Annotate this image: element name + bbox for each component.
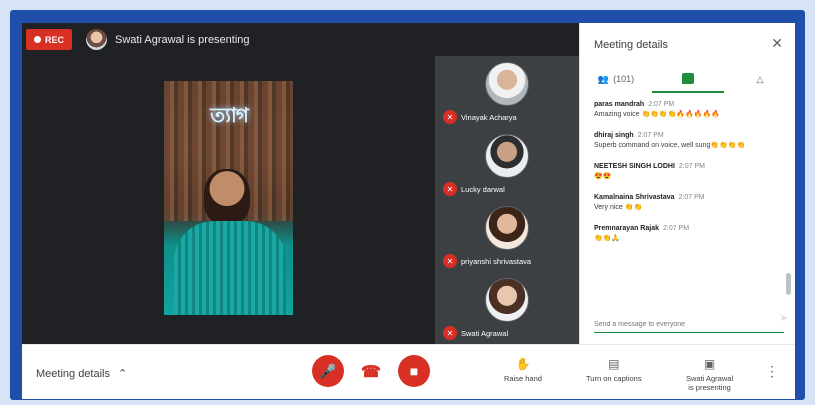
participant-tiles: ✕ Vinayak Acharya ✕ Lucky darwal ✕ priya… (435, 56, 579, 344)
meet-window: REC Swati Agrawal is presenting ত্যাগ ✕ … (22, 23, 795, 399)
presenting-label-line2: is presenting (688, 383, 731, 392)
rec-label: REC (45, 34, 65, 45)
presenter-avatar (86, 29, 108, 50)
message-sender: Kamalnaina Shrivastava (594, 194, 675, 201)
participant-tile[interactable]: ✕ Vinayak Acharya (435, 56, 579, 128)
participant-tile[interactable]: ✕ Lucky darwal (435, 128, 579, 200)
chat-message: NEETESH SINGH LODHI 2:07 PM 😍😍 (594, 163, 784, 180)
message-sender: dhiraj singh (594, 132, 634, 139)
message-text: Superb command on voice, well sung👏👏👏👏 (594, 142, 746, 149)
tab-activities[interactable]: △ (724, 65, 795, 93)
chat-scrollbar[interactable] (786, 273, 791, 295)
presenting-button[interactable]: ▣ Swati Agrawal is presenting (686, 357, 733, 392)
record-dot-icon (34, 36, 41, 43)
captions-label: Turn on captions (586, 374, 642, 383)
participant-name: Vinayak Acharya (461, 113, 517, 122)
message-sender: paras mandrah (594, 101, 645, 108)
message-time: 2:07 PM (662, 225, 690, 232)
message-time: 2:07 PM (648, 101, 675, 108)
presenting-label-line1: Swati Agrawal (686, 374, 734, 383)
participant-name: Lucky darwal (461, 185, 505, 194)
send-message-input[interactable] (594, 321, 754, 328)
tab-people[interactable]: 👥 (101) (580, 65, 652, 93)
hand-icon: ✋ (515, 357, 531, 371)
chevron-up-icon: ⌃ (118, 368, 128, 380)
raise-hand-label: Raise hand (504, 374, 542, 383)
singer-body (174, 221, 286, 315)
camera-off-icon: ■ (409, 363, 419, 379)
close-icon[interactable]: ✕ (771, 35, 783, 52)
presenting-text: Swati Agrawal is presenting (115, 33, 250, 46)
chat-message: Premnarayan Rajak 2:07 PM 👏👏🙏 (594, 225, 784, 242)
meeting-details-label: Meeting details (36, 367, 110, 380)
panel-tabs: 👥 (101) △ (580, 65, 795, 93)
message-time: 2:07 PM (637, 132, 664, 139)
message-text: 👏👏🙏 (594, 235, 621, 242)
people-count: (101) (613, 74, 635, 84)
activities-icon: △ (756, 73, 764, 84)
participant-avatar (485, 278, 529, 322)
participant-avatar (485, 206, 529, 250)
recording-badge: REC (26, 29, 73, 50)
hang-up-button[interactable]: ☎ (360, 362, 382, 381)
message-sender: NEETESH SINGH LODHI (594, 163, 675, 170)
message-text: Very nice 👏👏 (594, 204, 643, 211)
video-sign-text: ত্যাগ (210, 103, 249, 127)
captions-icon: ▤ (608, 357, 620, 371)
mic-off-icon: ✕ (443, 110, 457, 124)
participant-name: priyanshi shrivastava (461, 257, 532, 266)
message-sender: Premnarayan Rajak (594, 225, 659, 232)
mic-off-icon: ✕ (443, 254, 457, 268)
message-text: Amazing voice 👏👏👏👏🔥🔥🔥🔥🔥 (594, 111, 720, 118)
participant-name: Swati Agrawal (461, 329, 509, 338)
stage-topbar: REC Swati Agrawal is presenting (22, 23, 579, 56)
chat-message: paras mandrah 2:07 PM Amazing voice 👏👏👏👏🔥… (594, 101, 784, 118)
present-screen-icon: ▣ (703, 357, 716, 371)
message-text: 😍😍 (594, 173, 612, 180)
meeting-details-panel: Meeting details ✕ 👥 (101) △ paras mandra… (579, 23, 795, 344)
more-options-icon[interactable]: ⋮ (765, 363, 779, 380)
mic-off-button[interactable]: 🎤 (312, 355, 344, 387)
presentation-stage: REC Swati Agrawal is presenting ত্যাগ ✕ … (22, 23, 579, 344)
message-time: 2:07 PM (678, 194, 705, 201)
participant-avatar (485, 134, 529, 178)
mic-off-icon: 🎤 (319, 362, 337, 379)
chat-message: Kamalnaina Shrivastava 2:07 PM Very nice … (594, 194, 784, 211)
singer-head (204, 169, 250, 225)
chat-icon (682, 72, 694, 84)
chat-messages: paras mandrah 2:07 PM Amazing voice 👏👏👏👏🔥… (594, 101, 784, 256)
meeting-details-button[interactable]: Meeting details ⌃ (36, 367, 128, 381)
captions-button[interactable]: ▤ Turn on captions (586, 357, 642, 383)
bottom-toolbar: Meeting details ⌃ 🎤 ☎ ■ ✋ Raise hand ▤ T… (22, 344, 795, 399)
send-icon[interactable]: ➤ (780, 313, 788, 324)
message-time: 2:07 PM (678, 163, 705, 170)
participant-tile[interactable]: ✕ Swati Agrawal (435, 272, 579, 344)
mic-off-icon: ✕ (443, 182, 457, 196)
mic-off-icon: ✕ (443, 326, 457, 340)
people-icon: 👥 (597, 73, 610, 84)
participant-avatar (485, 62, 529, 106)
camera-off-button[interactable]: ■ (398, 355, 430, 387)
send-message-row: ➤ (594, 313, 788, 333)
raise-hand-button[interactable]: ✋ Raise hand (504, 357, 542, 383)
panel-title: Meeting details (594, 39, 668, 51)
chat-message: dhiraj singh 2:07 PM Superb command on vo… (594, 132, 784, 149)
main-video: ত্যাগ (164, 81, 293, 315)
phone-hangup-icon: ☎ (361, 364, 381, 381)
participant-tile[interactable]: ✕ priyanshi shrivastava (435, 200, 579, 272)
tab-chat[interactable] (652, 65, 724, 93)
